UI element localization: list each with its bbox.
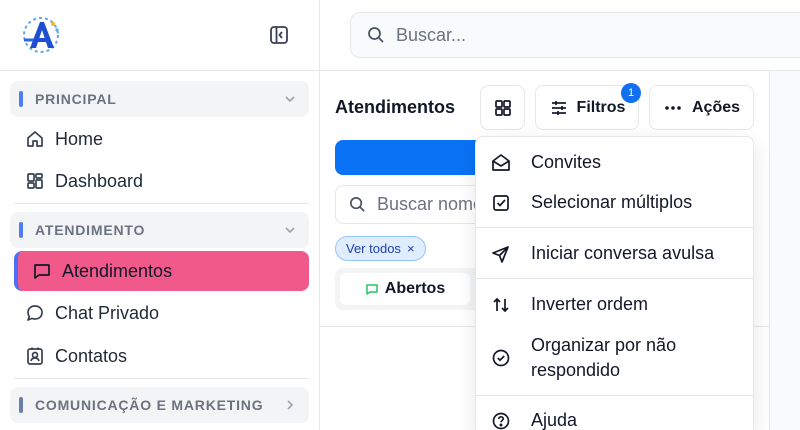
tab-abertos[interactable]: Abertos xyxy=(340,273,470,305)
swap-vertical-icon xyxy=(491,295,511,315)
help-circle-icon xyxy=(491,411,511,430)
chevron-down-icon xyxy=(283,223,297,237)
section-comunicacao-marketing[interactable]: COMUNICAÇÃO E MARKETING xyxy=(10,387,309,423)
envelope-open-icon xyxy=(491,153,511,173)
menu-item-label: Inverter ordem xyxy=(531,294,649,314)
right-panel-background xyxy=(770,71,800,430)
sidebar-header xyxy=(0,0,319,71)
actions-label: Ações xyxy=(691,98,741,116)
sidebar-item-atendimentos[interactable]: Atendimentos xyxy=(14,251,309,291)
chat-square-icon xyxy=(32,261,52,281)
sidebar-item-label: Dashboard xyxy=(55,170,144,191)
sidebar-item-contatos[interactable]: Contatos xyxy=(14,336,309,376)
actions-menu: Convites Selecionar múltiplos Iniciar co… xyxy=(475,136,754,430)
menu-item-selecionar-multiplos[interactable]: Selecionar múltiplos xyxy=(476,190,753,215)
sidebar-item-dashboard[interactable]: Dashboard xyxy=(14,161,309,201)
chevron-right-icon xyxy=(283,398,297,412)
menu-item-label: Organizar por não respondido xyxy=(531,335,677,380)
conversation-search[interactable] xyxy=(335,185,485,224)
filters-label: Filtros xyxy=(576,98,626,116)
chat-square-icon xyxy=(365,282,379,296)
section-principal[interactable]: PRINCIPAL xyxy=(10,81,309,117)
search-icon xyxy=(348,195,367,214)
filter-chip[interactable]: Ver todos × xyxy=(335,236,426,261)
page-title: Atendimentos xyxy=(335,97,456,117)
global-search-input[interactable] xyxy=(396,24,776,46)
sidebar-divider xyxy=(14,378,309,379)
sidebar-item-chat-privado[interactable]: Chat Privado xyxy=(14,293,309,333)
new-conversation-button[interactable] xyxy=(335,140,485,175)
section-accent xyxy=(19,91,23,107)
sidebar-item-home[interactable]: Home xyxy=(14,119,309,159)
actions-button[interactable]: Ações xyxy=(649,85,754,130)
menu-item-convites[interactable]: Convites xyxy=(476,150,753,175)
sidebar-item-label: Atendimentos xyxy=(62,260,173,281)
status-tabs: Abertos xyxy=(335,268,485,310)
app-logo[interactable] xyxy=(20,14,62,56)
menu-item-iniciar-conversa[interactable]: Iniciar conversa avulsa xyxy=(476,241,753,266)
menu-divider xyxy=(476,227,753,228)
tab-label: Abertos xyxy=(384,280,446,297)
grid-view-button[interactable] xyxy=(480,85,525,130)
global-search[interactable] xyxy=(350,12,800,58)
home-icon xyxy=(25,129,45,149)
grid-icon xyxy=(493,98,513,118)
menu-item-label: Selecionar múltiplos xyxy=(531,192,693,212)
search-icon xyxy=(366,25,386,45)
section-label: COMUNICAÇÃO E MARKETING xyxy=(35,397,264,413)
menu-item-inverter-ordem[interactable]: Inverter ordem xyxy=(476,292,753,317)
section-label: ATENDIMENTO xyxy=(35,222,146,238)
contact-card-icon xyxy=(25,346,45,366)
sidebar-divider xyxy=(14,203,309,204)
sidebar-item-label: Home xyxy=(55,128,104,149)
sliders-icon xyxy=(549,98,569,118)
sidebar-collapse-button[interactable] xyxy=(268,24,290,46)
menu-item-label: Convites xyxy=(531,152,602,172)
top-bar xyxy=(320,0,800,71)
conversation-search-input[interactable] xyxy=(377,194,484,215)
chat-bubble-icon xyxy=(25,303,45,323)
check-circle-icon xyxy=(491,348,511,368)
menu-item-organizar[interactable]: Organizar por não respondido xyxy=(476,332,753,384)
section-atendimento[interactable]: ATENDIMENTO xyxy=(10,212,309,248)
close-icon[interactable]: × xyxy=(407,241,415,256)
filters-button[interactable]: Filtros 1 xyxy=(535,83,641,130)
more-horizontal-icon xyxy=(663,98,683,118)
checkbox-icon xyxy=(491,193,511,213)
filters-count-badge: 1 xyxy=(621,83,641,103)
menu-item-label: Iniciar conversa avulsa xyxy=(531,243,715,263)
dashboard-icon xyxy=(25,171,45,191)
section-label: PRINCIPAL xyxy=(35,91,117,107)
sidebar-item-label: Chat Privado xyxy=(55,302,160,323)
chevron-down-icon xyxy=(283,92,297,106)
section-accent xyxy=(19,397,23,413)
menu-item-label: Ajuda xyxy=(531,410,578,430)
menu-item-ajuda[interactable]: Ajuda xyxy=(476,408,753,430)
section-accent xyxy=(19,222,23,238)
send-icon xyxy=(491,244,511,264)
menu-divider xyxy=(476,395,753,396)
sidebar: PRINCIPAL Home Dashboard ATENDIMENTO Ate… xyxy=(0,0,320,430)
menu-divider xyxy=(476,278,753,279)
filter-chip-label: Ver todos xyxy=(346,241,401,256)
sidebar-item-label: Contatos xyxy=(55,345,128,366)
